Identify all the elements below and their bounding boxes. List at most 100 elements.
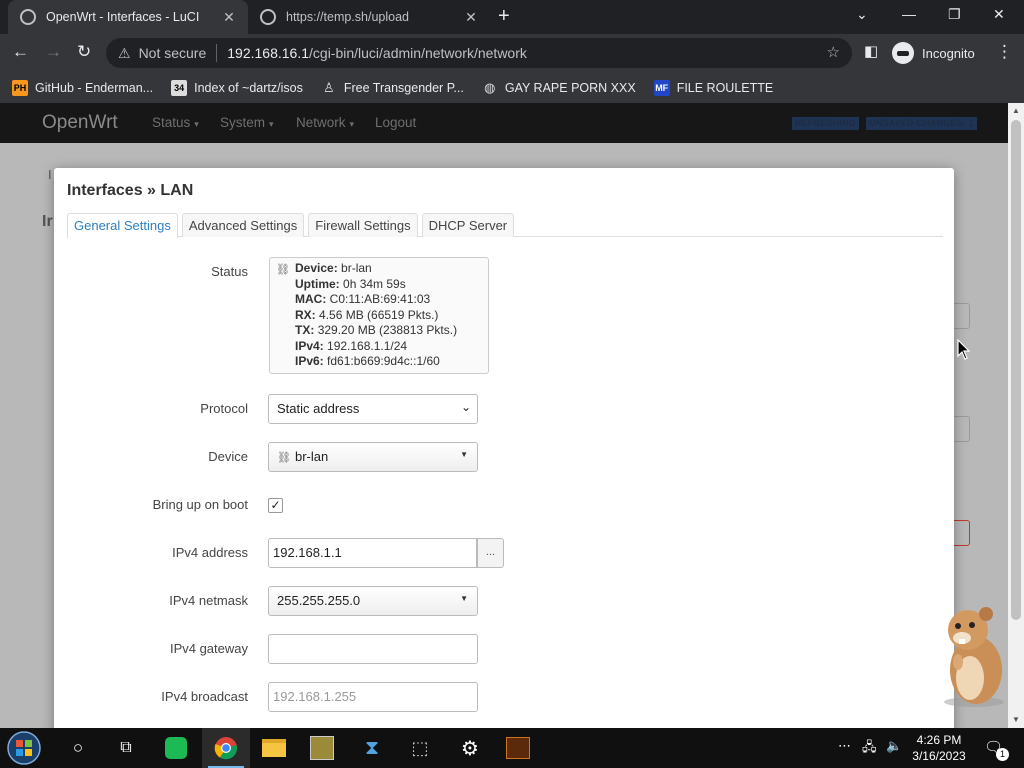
tab-title: OpenWrt - Interfaces - LuCI: [46, 10, 200, 24]
tab-strip: OpenWrt - Interfaces - LuCI ✕ https://te…: [0, 0, 1024, 34]
device-value: br-lan: [294, 449, 329, 464]
search-icon[interactable]: ○: [54, 728, 102, 768]
nav-logout[interactable]: Logout: [375, 115, 416, 130]
forward-button[interactable]: →: [45, 42, 62, 62]
tab-temp-sh[interactable]: https://temp.sh/upload ✕: [250, 0, 490, 34]
gateway-input[interactable]: [268, 634, 478, 664]
new-tab-button[interactable]: +: [498, 5, 510, 28]
close-tab-icon[interactable]: ✕: [460, 9, 482, 26]
security-label: Not secure: [138, 45, 207, 61]
broadcast-input[interactable]: 192.168.1.255: [268, 682, 478, 712]
scroll-down-icon[interactable]: ▼: [1012, 715, 1020, 724]
protocol-label: Protocol: [200, 401, 248, 416]
media-app-icon[interactable]: [494, 728, 542, 768]
divider: [216, 44, 218, 62]
tab-title: https://temp.sh/upload: [286, 10, 409, 24]
scrollbar-thumb[interactable]: [1011, 120, 1021, 620]
device-dropdown[interactable]: ⛓ br-lan ▼: [268, 442, 478, 472]
chrome-logo-icon: [214, 737, 238, 760]
mouse-cursor-icon: [957, 339, 971, 360]
globe-icon: ◍: [484, 79, 496, 95]
menu-icon[interactable]: ⋮: [996, 42, 1013, 62]
index-favicon-icon: 34: [171, 79, 188, 96]
nav-system[interactable]: System ▾: [220, 115, 274, 130]
warning-icon[interactable]: ⚠: [118, 45, 131, 62]
windows-taskbar: ○ ⧉ ⧗ ⬚ ⚙ ⋯ 🖧 🔈 4:26 PM 3/16/2023 🗨 1: [0, 728, 1024, 768]
restore-button[interactable]: ❐: [948, 6, 961, 23]
network-tray-icon[interactable]: 🖧: [862, 738, 877, 760]
game-app-icon[interactable]: [298, 728, 346, 768]
luci-header: OpenWrt Status ▾ System ▾ Network ▾ Logout …: [0, 103, 1008, 143]
ipv4-address-more-button[interactable]: ...: [477, 538, 504, 568]
tab-general-settings[interactable]: General Settings: [67, 213, 178, 238]
nav-network[interactable]: Network ▾: [296, 115, 354, 130]
status-ipv4: IPv4: 192.168.1.1/24: [295, 338, 408, 353]
start-button[interactable]: [0, 728, 48, 768]
incognito-indicator[interactable]: Incognito: [892, 41, 975, 65]
task-view-icon[interactable]: ⧉: [102, 728, 150, 768]
side-panel-icon[interactable]: ◧: [864, 42, 878, 60]
gateway-label: IPv4 gateway: [169, 641, 248, 656]
protocol-row: Protocol Static address ⌄: [54, 394, 954, 424]
minimize-button[interactable]: —: [902, 6, 916, 22]
page-viewport: OpenWrt Status ▾ System ▾ Network ▾ Logout …: [0, 103, 1008, 728]
network-app-icon[interactable]: ⧗: [348, 728, 396, 768]
dialog-tabs: General Settings Advanced Settings Firew…: [67, 213, 943, 238]
scroll-up-icon[interactable]: ▲: [1012, 106, 1020, 115]
tab-search-icon[interactable]: ⌄: [856, 6, 868, 23]
tab-luci[interactable]: OpenWrt - Interfaces - LuCI ✕: [8, 0, 248, 34]
mf-favicon-icon: MF: [653, 79, 670, 96]
close-tab-icon[interactable]: ✕: [218, 9, 240, 26]
globe-icon: [260, 9, 276, 25]
caret-down-icon: ▼: [460, 450, 468, 459]
network-device-icon: ⛓: [277, 452, 291, 464]
settings-gear-icon[interactable]: ⚙: [446, 728, 494, 768]
refreshing-badge[interactable]: REFRESHING: [792, 117, 860, 130]
bookmark-star-icon[interactable]: ☆: [827, 43, 840, 61]
volume-icon[interactable]: 🔈: [886, 738, 902, 754]
ipv4-address-input[interactable]: 192.168.1.1: [268, 538, 477, 568]
back-button[interactable]: ←: [12, 42, 29, 62]
unsaved-changes-badge[interactable]: UNSAVED CHANGES: 1: [866, 117, 977, 130]
network-device-icon: ⛓: [276, 264, 290, 276]
interface-edit-dialog: Interfaces » LAN General Settings Advanc…: [54, 168, 954, 728]
url-path: /cgi-bin/luci/admin/network/network: [309, 45, 527, 61]
tab-firewall-settings[interactable]: Firewall Settings: [308, 213, 418, 237]
spotify-app-icon[interactable]: [152, 728, 200, 768]
clock-date: 3/16/2023: [912, 749, 966, 763]
page-scrollbar[interactable]: ▲ ▼: [1008, 103, 1024, 728]
boot-label: Bring up on boot: [152, 497, 248, 512]
bookmark-index-dartz[interactable]: 34 Index of ~dartz/isos: [171, 79, 303, 96]
status-label: Status: [211, 264, 248, 279]
chrome-app-icon[interactable]: [202, 728, 250, 768]
nav-status[interactable]: Status ▾: [152, 115, 199, 130]
bookmark-github[interactable]: PH GitHub - Enderman...: [12, 79, 154, 96]
boot-row: Bring up on boot ✓: [54, 490, 954, 520]
bookmark-xxx[interactable]: ◍ GAY RAPE PORN XXX: [482, 80, 636, 96]
bring-up-on-boot-checkbox[interactable]: ✓: [268, 498, 283, 513]
status-ipv6: IPv6: fd61:b669:9d4c::1/60: [295, 354, 440, 368]
user-icon: ♙: [323, 79, 335, 95]
netmask-dropdown[interactable]: 255.255.255.0 ▼: [268, 586, 478, 616]
bookmark-label: GitHub - Enderman...: [35, 80, 154, 95]
reload-button[interactable]: ↻: [77, 42, 91, 62]
protocol-select[interactable]: Static address ⌄: [268, 394, 478, 424]
status-device: Device: br-lan: [295, 261, 372, 275]
clock[interactable]: 4:26 PM 3/16/2023: [908, 732, 970, 764]
netmask-value: 255.255.255.0: [277, 593, 361, 608]
bookmark-free-transgender[interactable]: ♙ Free Transgender P...: [321, 80, 464, 96]
close-window-button[interactable]: ✕: [993, 6, 1005, 23]
tab-advanced-settings[interactable]: Advanced Settings: [181, 213, 305, 237]
windows-logo-icon: [7, 731, 41, 765]
installer-app-icon[interactable]: ⬚: [396, 728, 444, 768]
show-hidden-icons[interactable]: ⋯: [838, 738, 851, 754]
device-row: Device ⛓ br-lan ▼: [54, 442, 954, 472]
bookmark-file-roulette[interactable]: MF FILE ROULETTE: [653, 79, 773, 96]
tab-dhcp-server[interactable]: DHCP Server: [421, 213, 515, 237]
address-bar[interactable]: ⚠ Not secure 192.168.16.1/cgi-bin/luci/a…: [106, 38, 852, 68]
ipv4-address-label: IPv4 address: [172, 545, 248, 560]
brand-logo[interactable]: OpenWrt: [42, 112, 118, 134]
file-explorer-icon[interactable]: [250, 728, 298, 768]
caret-down-icon: ▼: [460, 594, 468, 603]
background-heading-fragment: Ir: [42, 213, 53, 230]
